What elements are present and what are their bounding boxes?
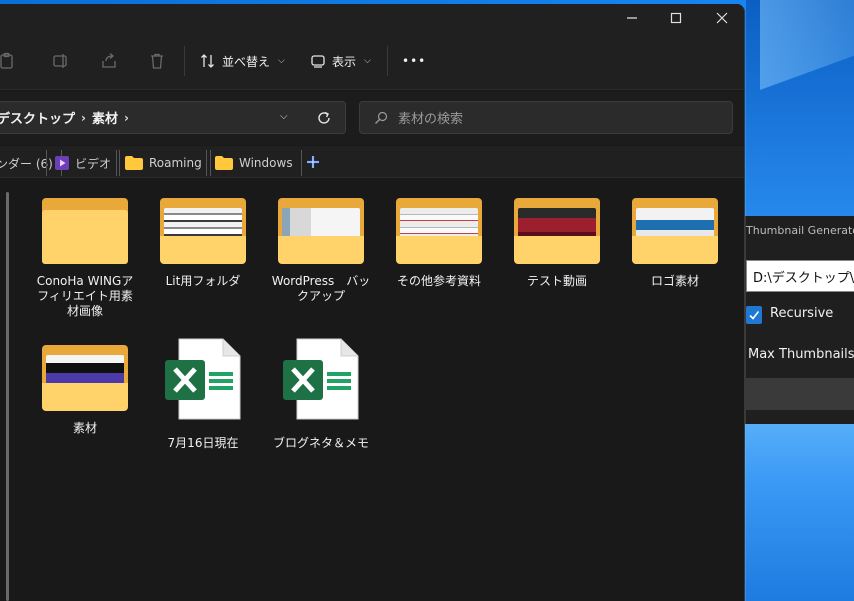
folder-icon	[215, 156, 233, 170]
folder-thumbnail-icon	[514, 198, 600, 266]
excel-file-icon	[165, 338, 241, 420]
add-tab-icon[interactable]	[305, 154, 321, 170]
list-item[interactable]: 素材	[33, 345, 137, 436]
breadcrumb-sozai[interactable]: 素材	[92, 108, 118, 127]
recursive-checkbox[interactable]	[746, 306, 762, 324]
sort-icon	[201, 54, 214, 68]
more-icon: •••	[402, 54, 427, 68]
close-icon	[716, 12, 728, 24]
trash-icon	[151, 53, 163, 69]
thumbnail-generator-window: Thumbnail Generator D:\デスクトップ\素材 Recursi…	[745, 216, 854, 424]
folder-thumbnail-icon	[396, 198, 482, 266]
list-item[interactable]: Lit用フォルダ	[151, 198, 255, 289]
minimize-icon	[627, 17, 637, 19]
item-label: その他参考資料	[396, 274, 481, 288]
folder-thumbnail-icon	[278, 198, 364, 266]
generate-button[interactable]	[746, 378, 854, 410]
file-list-area: ConoHa WINGアフィリエイト用素材画像 Lit用フォルダ WordPre…	[16, 178, 744, 601]
path-input[interactable]: D:\デスクトップ\素材	[746, 260, 854, 292]
folder-icon	[42, 198, 128, 266]
search-icon	[375, 111, 388, 124]
recursive-label: Recursive	[770, 306, 834, 321]
chevron-down-icon: ⌵	[278, 56, 285, 66]
toolbar-separator	[387, 46, 388, 76]
list-item[interactable]: 7月16日現在	[151, 338, 255, 451]
minimize-button[interactable]	[609, 4, 655, 32]
close-button[interactable]	[699, 4, 744, 32]
more-options-button[interactable]: •••	[402, 48, 426, 74]
item-label: 7月16日現在	[167, 436, 239, 450]
item-label: WordPress バックアップ	[271, 274, 371, 303]
breadcrumb-chevron-icon: ›	[81, 110, 86, 125]
folder-icon	[125, 156, 143, 170]
video-folder-icon	[55, 156, 69, 170]
chevron-down-icon: ⌵	[364, 56, 371, 66]
excel-file-icon	[283, 338, 359, 420]
list-item[interactable]: ブログネタ＆メモ	[269, 338, 373, 451]
list-item[interactable]: その他参考資料	[387, 198, 491, 289]
refresh-icon[interactable]	[315, 109, 333, 127]
address-row: デスクトップ › 素材 › ⌵ 素材の検索	[0, 91, 744, 145]
navigation-pane	[0, 178, 16, 601]
list-item[interactable]: ConoHa WINGアフィリエイト用素材画像	[33, 198, 137, 319]
search-placeholder: 素材の検索	[398, 112, 464, 127]
list-item[interactable]: テスト動画	[505, 198, 609, 289]
tab-label: Windows	[239, 156, 293, 170]
nav-scrollbar[interactable]	[6, 192, 9, 601]
list-item[interactable]: WordPress バックアップ	[269, 198, 373, 304]
address-bar[interactable]: デスクトップ › 素材 › ⌵	[0, 101, 346, 134]
sort-label: 並べ替え	[222, 54, 271, 69]
tab-roaming[interactable]: Roaming	[116, 150, 211, 176]
item-label: ブログネタ＆メモ	[272, 436, 369, 450]
view-button[interactable]: 表示 ⌵	[310, 48, 371, 74]
title-bar	[0, 4, 744, 32]
item-label: ConoHa WINGアフィリエイト用素材画像	[36, 274, 134, 318]
paste-icon	[0, 52, 13, 69]
folder-thumbnail-icon	[632, 198, 718, 266]
checkmark-icon	[749, 311, 760, 320]
list-item[interactable]: ロゴ素材	[623, 198, 727, 289]
tab-label: Roaming	[149, 156, 202, 170]
rename-icon	[53, 54, 67, 68]
breadcrumb-desktop[interactable]: デスクトップ	[0, 108, 75, 127]
view-label: 表示	[332, 54, 357, 69]
tab-label: ビデオ	[75, 156, 112, 171]
window-title: Thumbnail Generator	[746, 224, 854, 237]
toolbar-separator	[184, 46, 185, 76]
view-icon	[311, 55, 325, 68]
item-label: Lit用フォルダ	[165, 274, 241, 288]
folder-thumbnail-icon	[42, 345, 128, 413]
folder-thumbnail-icon	[160, 198, 246, 266]
breadcrumb-chevron-icon[interactable]: ›	[124, 111, 129, 125]
tab-video[interactable]: ビデオ	[46, 150, 121, 176]
max-thumbnails-label: Max Thumbnails:	[748, 347, 854, 362]
search-input[interactable]: 素材の検索	[359, 101, 733, 134]
maximize-button[interactable]	[653, 4, 699, 32]
quick-tabs-bar: ンダー (6) ビデオ Roaming Windows	[0, 146, 744, 178]
maximize-icon	[670, 12, 682, 24]
tab-label: ンダー (6)	[0, 156, 53, 171]
item-label: ロゴ素材	[650, 274, 699, 288]
item-label: 素材	[72, 421, 97, 435]
share-button[interactable]	[98, 50, 120, 72]
rename-button[interactable]	[50, 50, 72, 72]
sort-button[interactable]: 並べ替え ⌵	[200, 48, 285, 74]
tab-windows[interactable]: Windows	[206, 150, 302, 176]
command-bar: 並べ替え ⌵ 表示 ⌵ •••	[0, 32, 744, 90]
history-dropdown-icon[interactable]: ⌵	[280, 111, 288, 122]
file-explorer-window: 並べ替え ⌵ 表示 ⌵ ••• デスクトップ › 素材 › ⌵ 素材の検索 ンダ…	[0, 4, 745, 601]
paste-button[interactable]	[0, 50, 18, 72]
delete-button[interactable]	[146, 50, 168, 72]
item-label: テスト動画	[526, 274, 587, 288]
share-icon	[102, 53, 116, 68]
